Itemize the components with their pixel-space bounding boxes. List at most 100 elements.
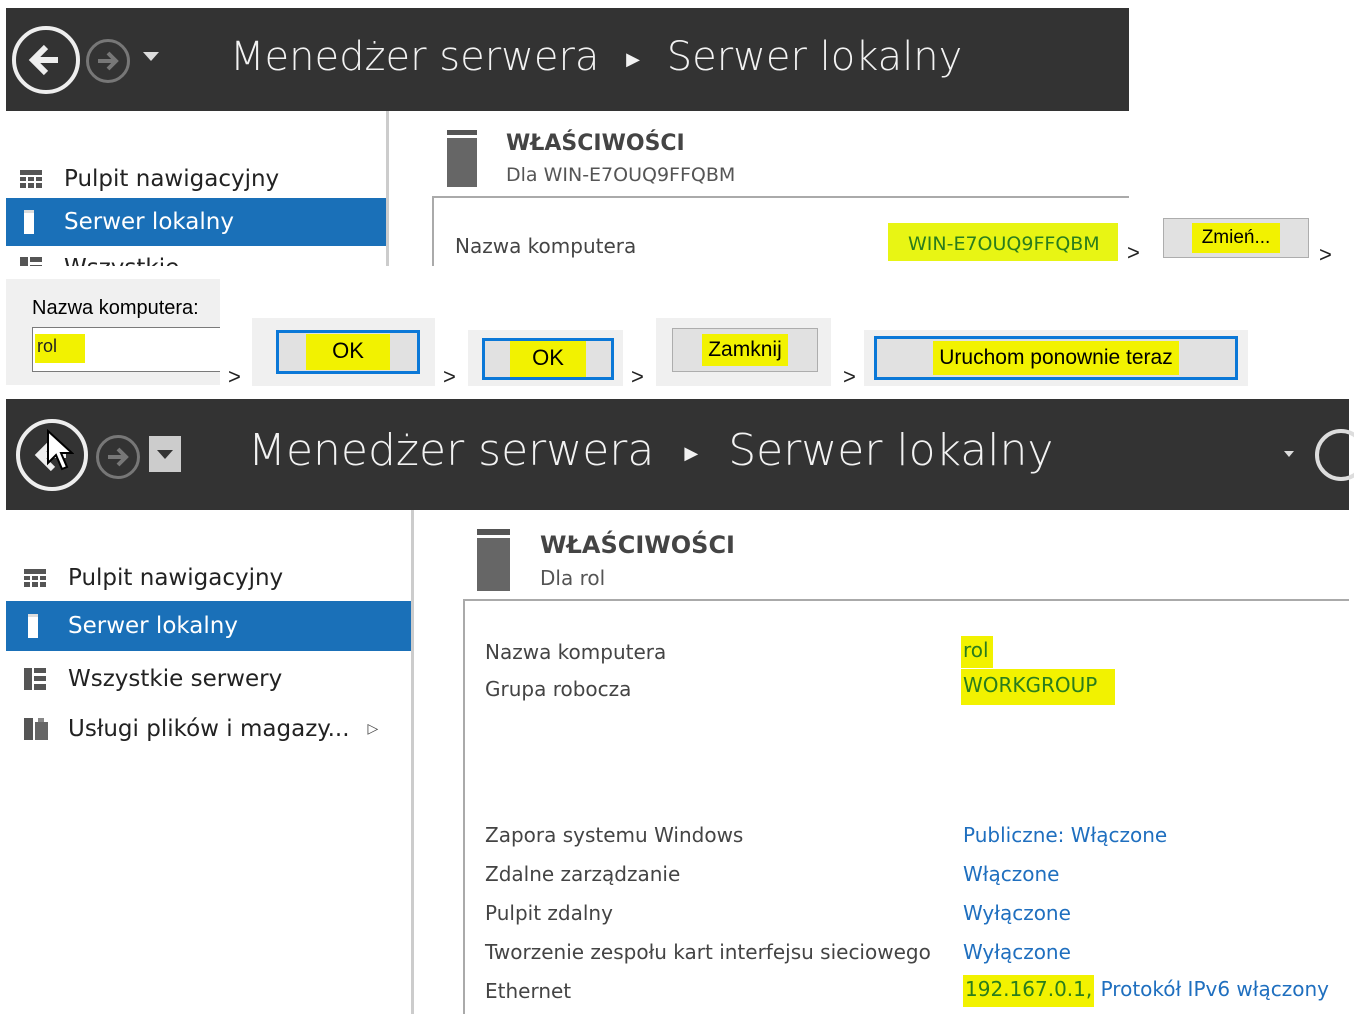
sidebar-item-local-server[interactable]: Serwer lokalny [6,198,386,246]
sidebar-item-local-server[interactable]: Serwer lokalny [6,601,411,651]
history-dropdown-icon[interactable] [143,52,159,61]
workgroup-label: Grupa robocza [485,677,632,701]
remote-management-label: Zdalne zarządzanie [485,862,681,886]
breadcrumb-page: Serwer lokalny [728,425,1054,476]
breadcrumb-app[interactable]: Menedżer serwera [248,425,654,476]
step-arrow: > [1127,240,1140,265]
workgroup-value: WORKGROUP [961,669,1116,705]
sidebar-item-all-servers[interactable]: Wszystkie serwery [6,658,411,700]
sidebar-item-label: Usługi plików i magazy... [68,716,350,742]
properties-heading: WŁAŚCIWOŚCI [506,131,685,156]
breadcrumb: Menedżer serwera ▶ Serwer lokalny [248,425,1053,476]
workgroup-link[interactable]: WORKGROUP [961,669,1116,705]
ok-button-1-label: OK [306,334,390,370]
step-arrow: > [443,364,456,389]
sidebar-item-label: Wszystkie [64,255,179,266]
breadcrumb: Menedżer serwera ▶ Serwer lokalny [230,34,962,80]
top-properties-panel: Nazwa komputera WIN-E7OUQ9FFQBM [432,196,1129,266]
computer-name-label: Nazwa komputera [485,640,667,664]
bottom-properties-panel: Nazwa komputera rol Grupa robocza WORKGR… [463,599,1349,1014]
server-tower-icon [477,529,510,591]
servers-icon [20,257,42,266]
remote-desktop-label: Pulpit zdalny [485,901,613,925]
computer-name-input-value: rol [35,334,86,363]
chevron-down-icon [157,450,173,459]
properties-subtitle: Dla rol [540,566,606,590]
computer-name-link[interactable]: rol [961,636,993,668]
firewall-label: Zapora systemu Windows [485,823,744,847]
sidebar-item-dashboard[interactable]: Pulpit nawigacyjny [6,160,386,198]
top-properties-header: WŁAŚCIWOŚCI Dla WIN-E7OUQ9FFQBM [430,111,1129,201]
sidebar-item-dashboard[interactable]: Pulpit nawigacyjny [6,558,411,598]
top-title-bar: Menedżer serwera ▶ Serwer lokalny [6,8,1129,111]
ok-button-2[interactable]: OK [482,338,614,380]
restart-now-button[interactable]: Uruchom ponownie teraz [874,336,1238,380]
file-services-icon [24,718,48,740]
sidebar-item-label: Wszystkie serwery [68,666,283,692]
sidebar-item-file-services[interactable]: Usługi plików i magazy... ▷ [6,708,411,750]
back-arrow-icon [28,44,58,76]
dashboard-icon [20,170,42,188]
ethernet-label: Ethernet [485,979,572,1003]
properties-heading: WŁAŚCIWOŚCI [540,531,735,559]
computer-name-field-label: Nazwa komputera: [32,297,199,319]
forward-arrow-icon [98,51,119,71]
firewall-link[interactable]: Publiczne: Włączone [963,823,1167,847]
computer-name-link[interactable]: WIN-E7OUQ9FFQBM [888,223,1118,261]
sidebar-item-label: Pulpit nawigacyjny [64,166,280,192]
close-button[interactable]: Zamknij [672,328,818,372]
header-dropdown-icon[interactable] [1284,451,1294,457]
history-dropdown-button[interactable] [149,436,181,472]
step-arrow: > [631,364,644,389]
sidebar-item-label: Pulpit nawigacyjny [68,565,284,591]
back-button[interactable] [12,26,80,94]
close-button-crop: Zamknij [656,318,831,386]
computer-name-input[interactable]: rol [32,327,220,372]
computer-name-label: Nazwa komputera [455,234,637,258]
forward-button[interactable] [96,435,140,479]
server-icon [24,210,34,234]
step-arrow: > [228,364,241,389]
dashboard-icon [24,569,46,587]
ethernet-link[interactable]: 192.167.0.1, Protokół IPv6 włączony [963,975,1329,1007]
step-arrow: > [843,364,856,389]
remote-management-link[interactable]: Włączone [963,862,1059,886]
ok-button-1[interactable]: OK [276,330,420,374]
sidebar-item-all-servers[interactable]: Wszystkie [6,253,386,266]
server-icon [28,614,38,638]
bottom-sidebar: Pulpit nawigacyjny Serwer lokalny Wszyst… [6,510,414,1014]
breadcrumb-page: Serwer lokalny [666,34,963,80]
bottom-title-bar: Menedżer serwera ▶ Serwer lokalny [6,399,1354,510]
forward-button[interactable] [86,39,130,83]
computer-name-value: rol [961,636,993,668]
sidebar-item-label: Serwer lokalny [64,209,234,235]
breadcrumb-app[interactable]: Menedżer serwera [230,34,599,80]
close-button-label: Zamknij [702,334,788,366]
ok-button-2-label: OK [510,341,586,377]
refresh-icon[interactable] [1315,429,1354,481]
server-tower-icon [447,130,477,187]
nic-teaming-link[interactable]: Wyłączone [963,940,1071,964]
restart-now-button-label: Uruchom ponownie teraz [933,341,1179,375]
mouse-cursor-icon [46,428,75,475]
sidebar-item-label: Serwer lokalny [68,613,238,639]
breadcrumb-separator-icon: ▶ [626,48,640,70]
step-arrow: > [1319,242,1332,267]
properties-subtitle: Dla WIN-E7OUQ9FFQBM [506,164,736,186]
change-button-label: Zmień... [1191,223,1281,253]
nic-teaming-label: Tworzenie zespołu kart interfejsu siecio… [485,940,931,964]
ok-button-2-crop: OK [468,330,623,386]
ethernet-ipv6-value: Protokół IPv6 włączony [1100,977,1329,1001]
ethernet-ip-value: 192.167.0.1, [963,975,1095,1007]
top-sidebar: Pulpit nawigacyjny Serwer lokalny Wszyst… [6,111,389,266]
change-button[interactable]: Zmień... [1163,218,1309,258]
computer-name-dialog-crop: Nazwa komputera: rol [6,279,220,385]
ok-button-1-crop: OK [252,318,435,386]
breadcrumb-separator-icon: ▶ [684,442,699,464]
bottom-properties-header: WŁAŚCIWOŚCI Dla rol [460,510,1349,602]
expand-arrow-icon[interactable]: ▷ [368,721,379,737]
restart-button-crop: Uruchom ponownie teraz [864,330,1248,386]
forward-arrow-icon [108,447,129,467]
remote-desktop-link[interactable]: Wyłączone [963,901,1071,925]
servers-icon [24,668,46,690]
